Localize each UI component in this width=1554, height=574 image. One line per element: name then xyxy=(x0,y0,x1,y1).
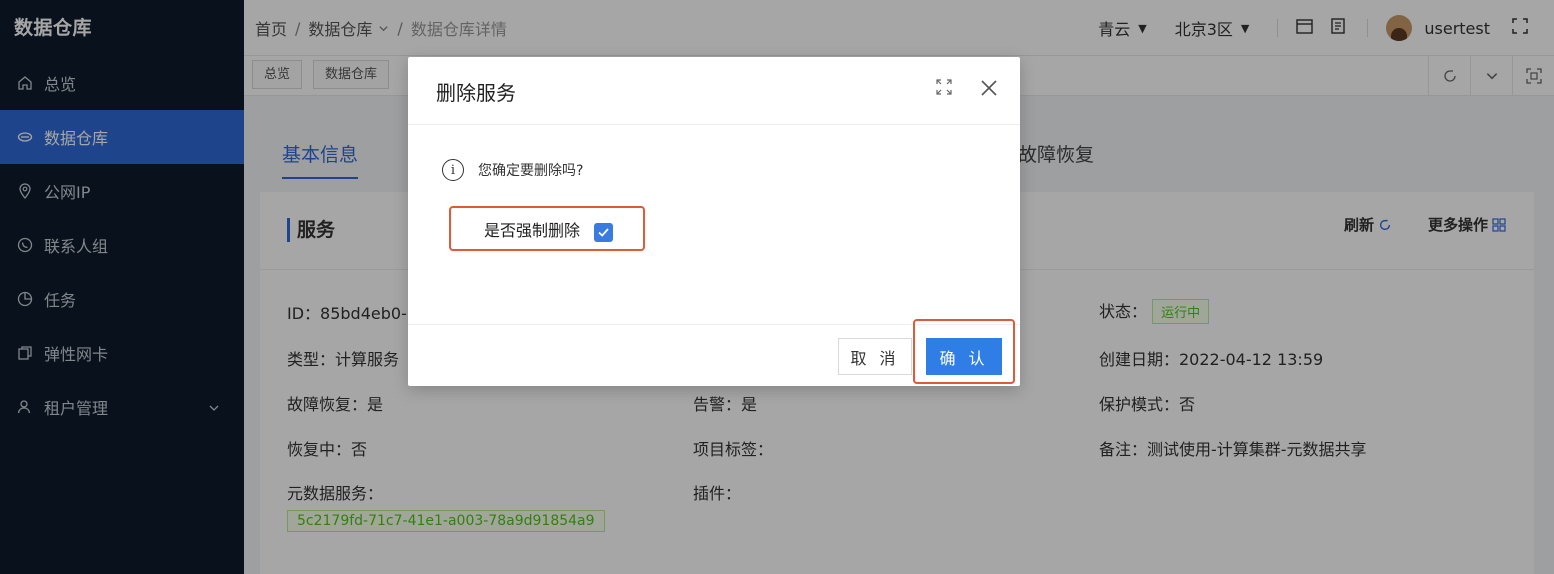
confirm-button-highlight xyxy=(913,319,1015,384)
confirm-message: i 您确定要删除吗? xyxy=(442,159,583,181)
close-icon[interactable] xyxy=(980,75,998,103)
cancel-button[interactable]: 取 消 xyxy=(838,338,912,375)
confirm-text: 您确定要删除吗? xyxy=(478,163,584,179)
modal-title: 删除服务 xyxy=(436,81,516,105)
force-delete-label: 是否强制删除 xyxy=(484,221,581,240)
expand-icon[interactable] xyxy=(936,79,952,99)
force-delete-checkbox[interactable] xyxy=(594,223,613,242)
modal-header: 删除服务 xyxy=(408,57,1020,125)
info-icon: i xyxy=(442,159,464,181)
